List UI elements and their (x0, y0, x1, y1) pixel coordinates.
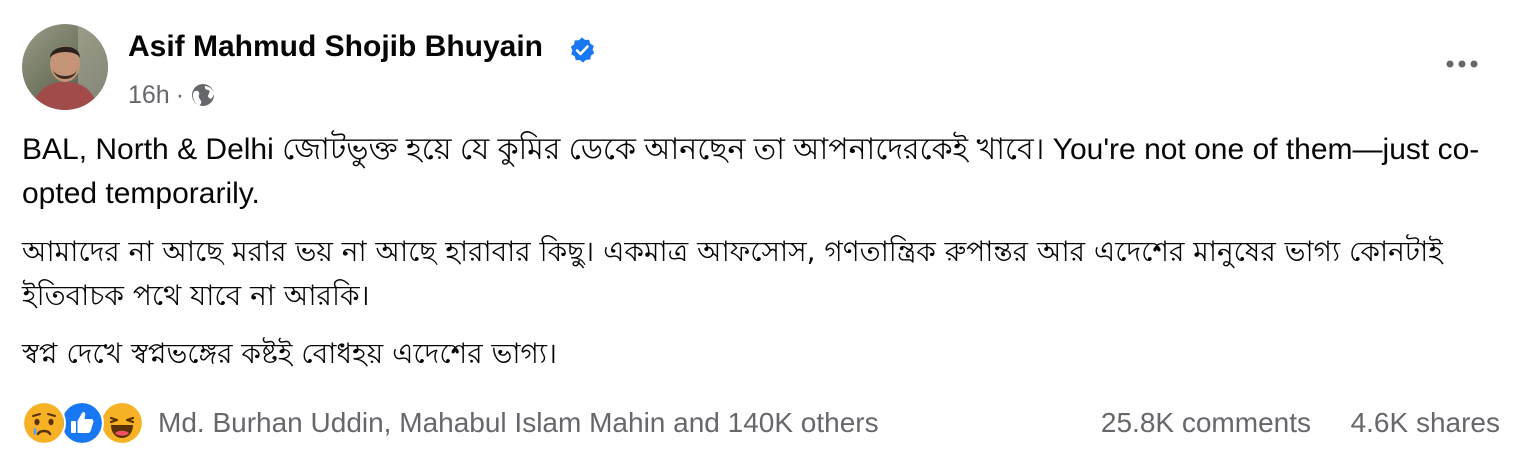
reactions-bar: Md. Burhan Uddin, Mahabul Islam Mahin an… (22, 400, 1506, 446)
globe-icon[interactable] (190, 82, 216, 108)
like-reaction-icon (60, 401, 104, 445)
comments-count[interactable]: 25.8K comments (1101, 404, 1311, 442)
author-name[interactable]: Asif Mahmud Shojib Bhuyain (128, 27, 543, 67)
haha-reaction-icon (100, 401, 144, 445)
author-avatar[interactable] (22, 24, 108, 110)
more-horizontal-icon (1446, 60, 1478, 68)
post-paragraph: BAL, North & Delhi জোটভুক্ত হয়ে যে কুমি… (22, 133, 1480, 210)
profile-photo (22, 24, 108, 110)
meta-separator: · (175, 80, 185, 109)
post-paragraph: স্বপ্ন দেখে স্বপ্নভঙ্গের কষ্টই বোধহয় এদ… (22, 337, 557, 370)
post-text: BAL, North & Delhi জোটভুক্ত হয়ে যে কুমি… (22, 128, 1502, 390)
shares-count[interactable]: 4.6K shares (1351, 404, 1500, 442)
sad-reaction-icon (22, 401, 66, 445)
more-options-button[interactable] (1440, 50, 1484, 78)
post-meta: 16h · (128, 78, 216, 112)
verified-badge-icon (570, 37, 595, 63)
reactions-summary[interactable]: Md. Burhan Uddin, Mahabul Islam Mahin an… (158, 404, 879, 442)
post-time[interactable]: 16h (128, 81, 170, 110)
post-paragraph: আমাদের না আছে মরার ভয় না আছে হারাবার কি… (22, 235, 1443, 312)
reaction-icons[interactable] (22, 401, 146, 445)
post-card: Asif Mahmud Shojib Bhuyain 16h · BAL, No… (0, 0, 1526, 456)
